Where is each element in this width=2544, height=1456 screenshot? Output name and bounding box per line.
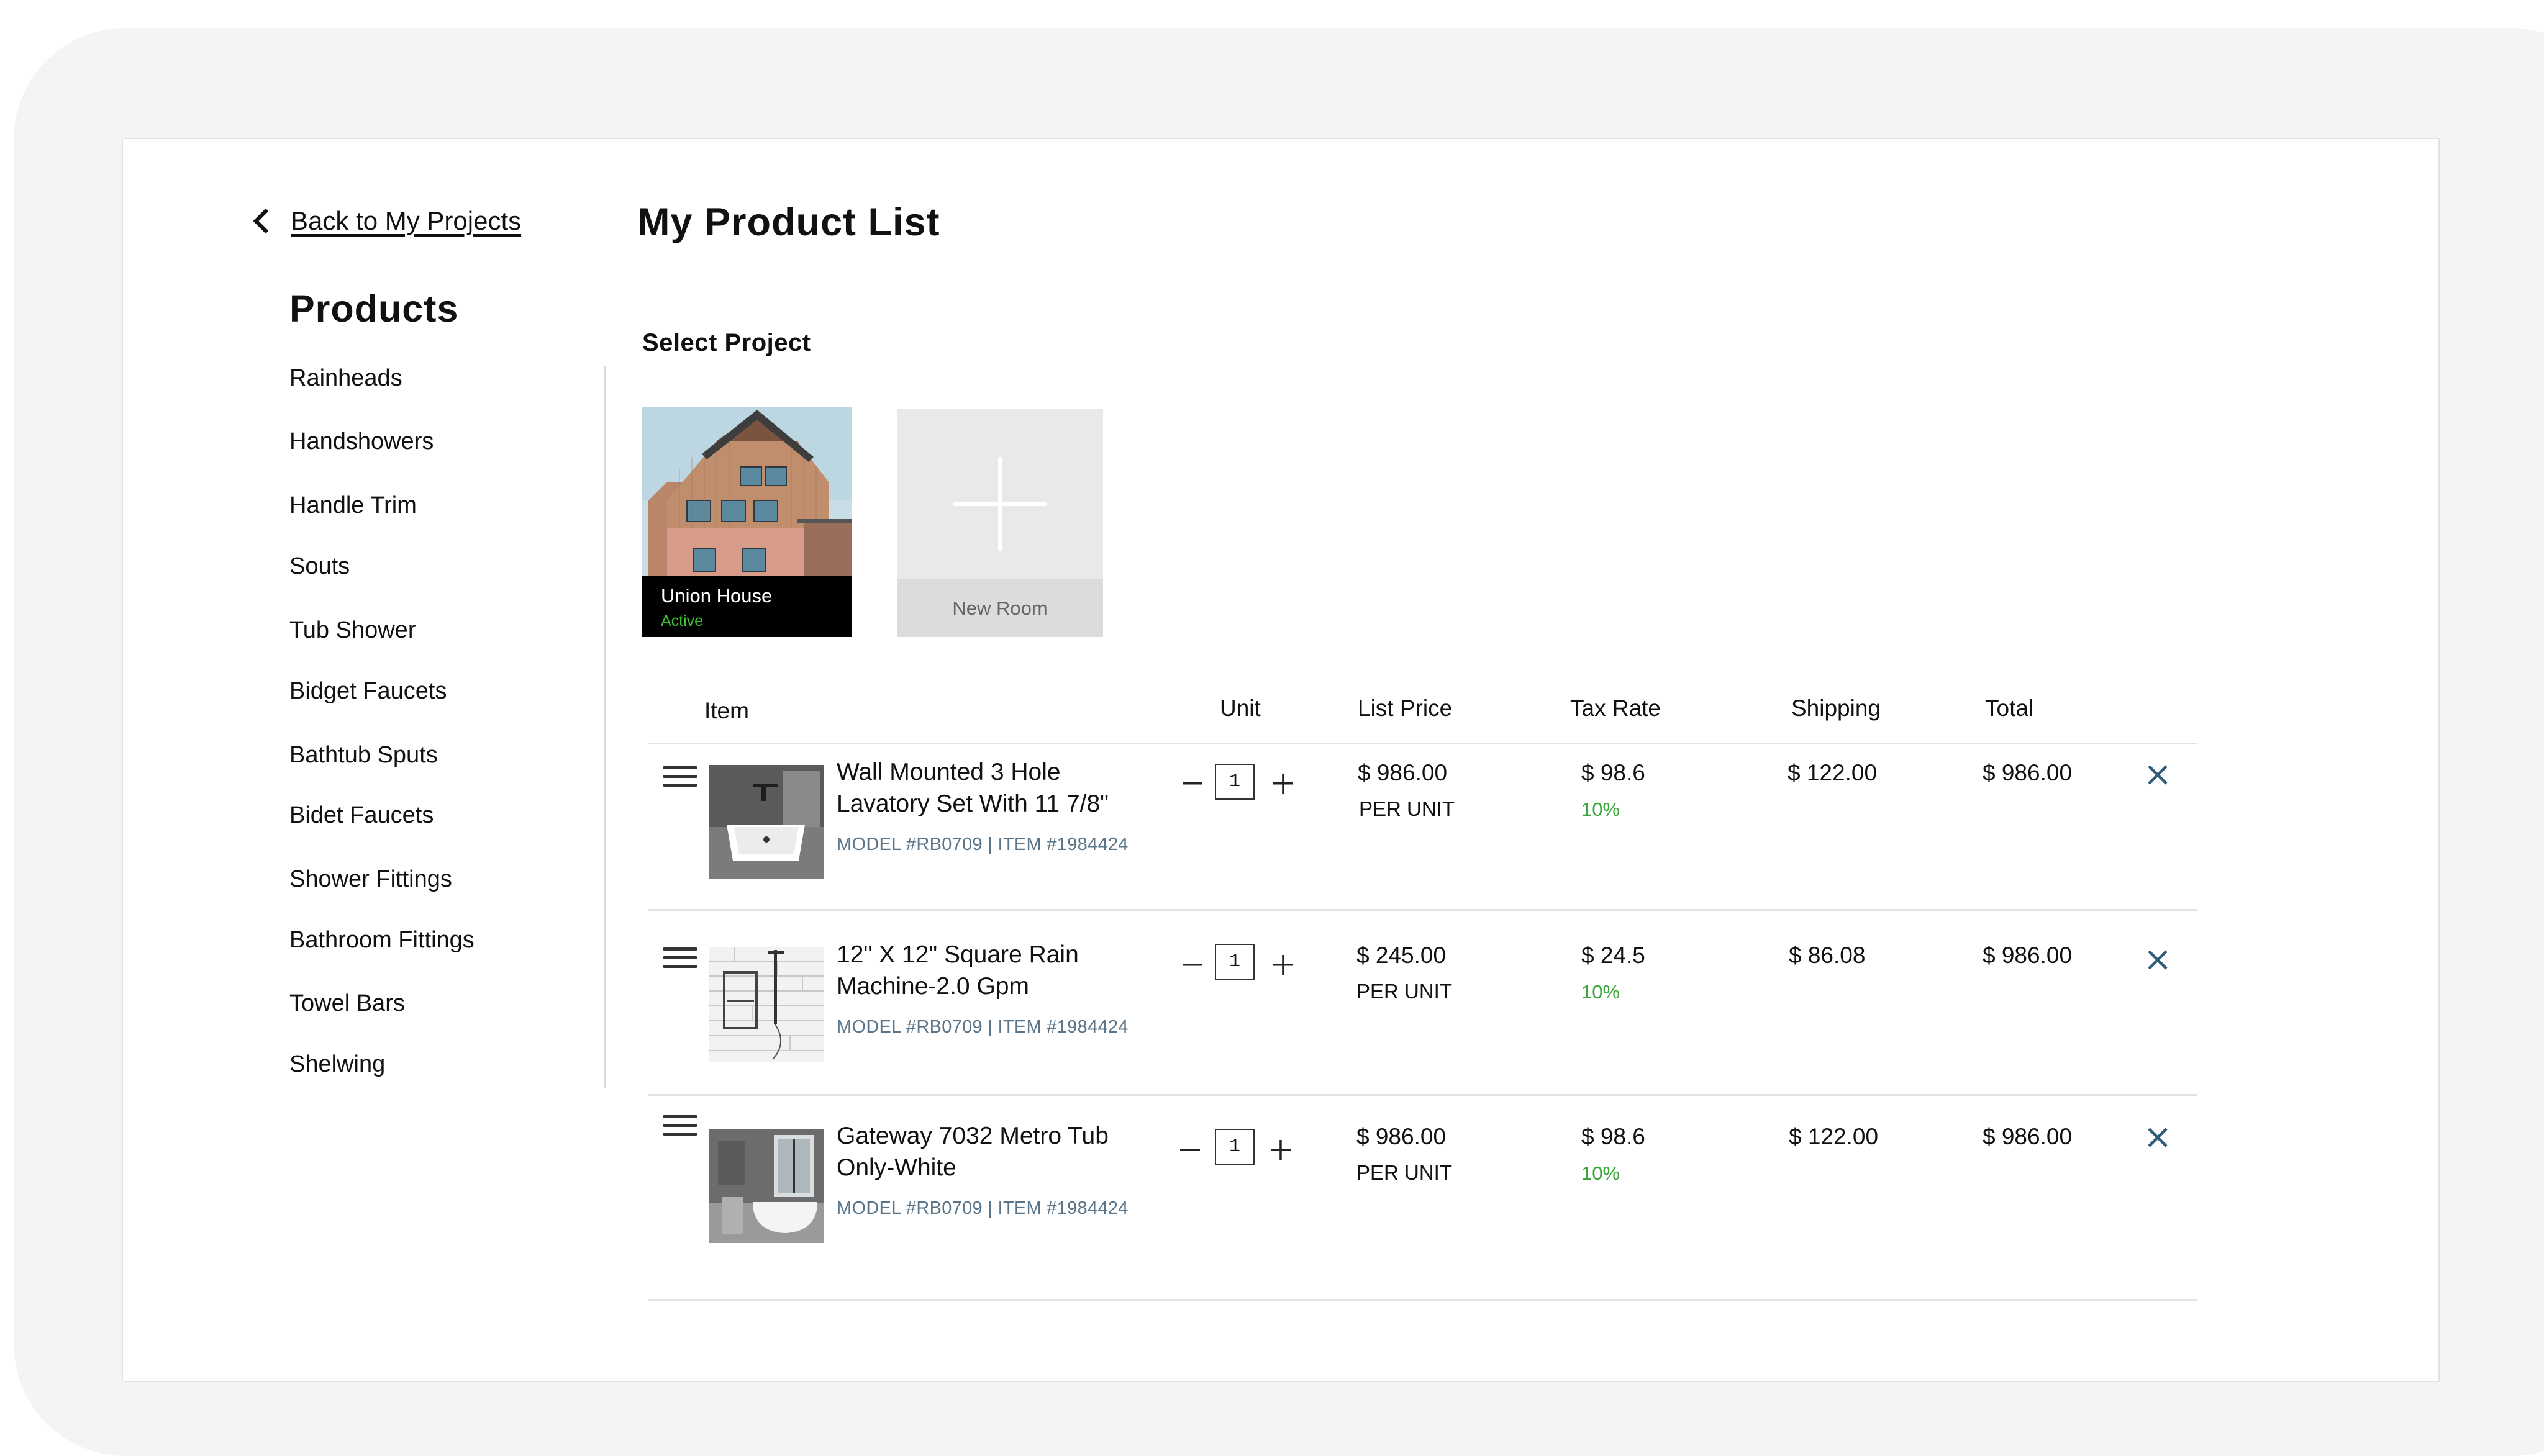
product-thumbnail [709, 1129, 824, 1243]
house-photo [642, 407, 852, 576]
product-thumbnail [709, 947, 824, 1062]
per-unit-label: PER UNIT [1356, 1161, 1453, 1184]
product-name[interactable]: Wall Mounted 3 Hole Lavatory Set With 11… [837, 756, 1160, 820]
sidebar-item-bidget-faucets[interactable]: Bidget Faucets [289, 678, 447, 705]
sidebar-divider [604, 366, 606, 1088]
back-to-projects-link[interactable]: Back to My Projects [251, 202, 521, 240]
sidebar-item-bidet-faucets[interactable]: Bidet Faucets [289, 802, 434, 829]
sidebar-item-bathtub-sputs[interactable]: Bathtub Sputs [289, 742, 438, 769]
list-price: $ 986.00 [1356, 1124, 1447, 1149]
plus-icon[interactable] [1267, 1136, 1294, 1164]
row-total: $ 986.00 [1983, 760, 2073, 785]
row-divider [648, 1299, 2197, 1301]
col-header-shipping: Shipping [1791, 695, 1881, 721]
project-caption: Union House Active [642, 576, 852, 637]
tax-amount: $ 98.6 [1581, 1124, 1645, 1149]
products-heading: Products [289, 287, 459, 330]
per-unit-label: PER UNIT [1359, 797, 1455, 820]
new-room-label: New Room [952, 597, 1048, 619]
tax-rate: 10% [1581, 798, 1620, 820]
shipping-cost: $ 122.00 [1789, 1124, 1879, 1149]
shipping-cost: $ 86.08 [1789, 943, 1866, 968]
drag-handle-icon[interactable] [663, 947, 697, 972]
sidebar-item-towel-bars[interactable]: Towel Bars [289, 990, 405, 1017]
list-price: $ 245.00 [1356, 943, 1447, 968]
product-name[interactable]: 12" X 12" Square Rain Machine-2.0 Gpm [837, 939, 1160, 1002]
select-project-heading: Select Project [642, 329, 811, 356]
product-model: MODEL #RB0709 | ITEM #1984424 [837, 1017, 1129, 1037]
list-price: $ 986.00 [1358, 760, 1448, 785]
drag-handle-icon[interactable] [663, 1115, 697, 1140]
shipping-cost: $ 122.00 [1788, 760, 1878, 785]
minus-icon[interactable] [1179, 951, 1206, 979]
per-unit-label: PER UNIT [1356, 980, 1453, 1003]
minus-icon[interactable] [1179, 770, 1206, 797]
quantity-input[interactable] [1215, 1129, 1255, 1165]
row-divider [648, 909, 2197, 911]
back-link-label: Back to My Projects [291, 206, 522, 235]
chevron-left-icon [253, 208, 269, 234]
sidebar-item-shower-fittings[interactable]: Shower Fittings [289, 866, 452, 893]
plus-icon [953, 457, 1047, 551]
product-name[interactable]: Gateway 7032 Metro Tub Only-White [837, 1120, 1160, 1183]
remove-icon[interactable] [2145, 947, 2170, 972]
tax-rate: 10% [1581, 981, 1620, 1003]
sidebar-item-souts[interactable]: Souts [289, 553, 350, 580]
remove-icon[interactable] [2145, 762, 2170, 787]
tax-amount: $ 98.6 [1581, 760, 1645, 785]
tax-rate: 10% [1581, 1162, 1620, 1184]
plus-icon[interactable] [1270, 951, 1297, 979]
col-header-item: Item [704, 698, 749, 723]
col-header-tax-rate: Tax Rate [1570, 695, 1661, 721]
row-total: $ 986.00 [1983, 943, 2073, 968]
project-name: Union House [661, 585, 773, 607]
quantity-input[interactable] [1215, 944, 1255, 980]
col-header-total: Total [1985, 695, 2034, 721]
row-total: $ 986.00 [1983, 1124, 2073, 1149]
remove-icon[interactable] [2145, 1125, 2170, 1150]
project-card-union-house[interactable]: Union House Active [642, 407, 852, 637]
row-divider [648, 1094, 2197, 1096]
new-room-button[interactable]: New Room [897, 409, 1103, 637]
sidebar-item-handshowers[interactable]: Handshowers [289, 428, 434, 455]
new-room-footer: New Room [897, 579, 1103, 637]
product-model: MODEL #RB0709 | ITEM #1984424 [837, 834, 1129, 854]
quantity-input[interactable] [1215, 764, 1255, 800]
sidebar-item-bathroom-fittings[interactable]: Bathroom Fittings [289, 927, 475, 954]
col-header-unit: Unit [1220, 695, 1261, 721]
sidebar-item-tub-shower[interactable]: Tub Shower [289, 617, 416, 644]
app-screen [122, 138, 2440, 1382]
plus-icon[interactable] [1270, 770, 1297, 797]
product-model: MODEL #RB0709 | ITEM #1984424 [837, 1198, 1129, 1218]
drag-handle-icon[interactable] [663, 766, 697, 791]
project-status: Active [661, 612, 704, 630]
page-title: My Product List [637, 201, 940, 244]
sidebar-item-handle-trim[interactable]: Handle Trim [289, 492, 417, 519]
sidebar-item-shelwing[interactable]: Shelwing [289, 1051, 385, 1078]
col-header-list-price: List Price [1358, 695, 1453, 721]
product-thumbnail [709, 765, 824, 879]
minus-icon[interactable] [1176, 1136, 1204, 1164]
sidebar-item-rainheads[interactable]: Rainheads [289, 365, 402, 392]
tax-amount: $ 24.5 [1581, 943, 1645, 968]
header-divider [648, 743, 2197, 744]
